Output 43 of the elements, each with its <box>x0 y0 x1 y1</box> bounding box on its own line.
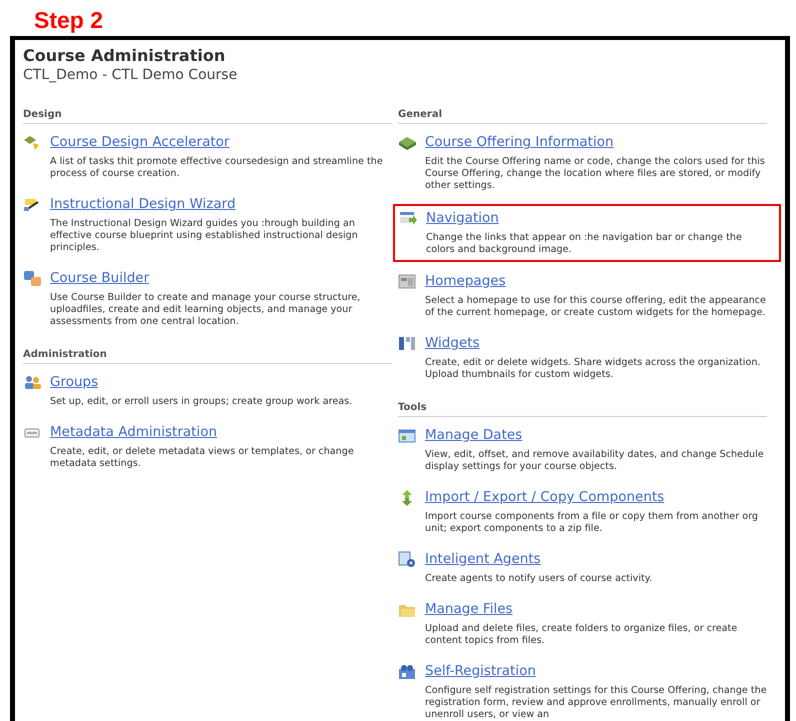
tool-link[interactable]: Import / Export / Copy Components <box>425 489 664 505</box>
tool-link[interactable]: Course Design Accelerator <box>50 134 230 150</box>
tool-description: Upload and delete files, create folders to organize files, or create content topics from files. <box>425 623 738 647</box>
tool-description: Create agents to notify users of course activity. <box>425 573 654 585</box>
tool-link[interactable]: Instructional Design Wizard <box>50 196 236 212</box>
tool-description: Set up, edit, or erroll users in groups; create group work areas. <box>50 396 354 408</box>
page-title: Course Administration <box>23 46 226 66</box>
section-heading: Design <box>23 108 392 124</box>
tool-link[interactable]: Groups <box>50 374 98 390</box>
tool-description: The Instructional Design Wizard guides you :hrough building an effective course blueprint using established instructional design principles. <box>50 218 359 254</box>
tool-link[interactable]: Manage Dates <box>425 427 522 443</box>
section-heading: Administration <box>23 348 392 364</box>
tool-link[interactable]: Self-Registration <box>425 663 536 679</box>
tool-link[interactable]: Metadata Administration <box>50 424 218 440</box>
tool-link[interactable]: Course Offering Information <box>425 134 614 150</box>
section-heading: Tools <box>398 401 767 417</box>
grid-icon <box>398 334 417 352</box>
tool-description: Edit the Course Offering name or code, change the colors used for this Course Offering, change the location where files are stored, or modify other settings. <box>425 156 766 192</box>
tool-link[interactable]: Manage Files <box>425 601 513 617</box>
tool-link[interactable]: Navigation <box>426 210 499 226</box>
step-label: Step 2 <box>34 6 104 34</box>
tool-description: View, edit, offset, and remove availability dates, and change Schedule display settings for your course objects. <box>425 449 765 473</box>
page-icon <box>398 272 417 290</box>
tool-description: Create, edit, or delete metadata views or templates, or change metadata settings. <box>50 446 355 470</box>
tool-description: Configure self registration settings for this Course Offering, change the registration form, review and approve enrollments, manually enroll or unenroll users, or view an <box>425 685 768 721</box>
tool-description: Change the links that appear on :he navigation bar or change the colors and background image. <box>426 232 743 256</box>
gear-icon <box>398 550 417 568</box>
users-icon <box>23 374 42 390</box>
tool-description: Use Course Builder to create and manage your course structure, uploadfiles, create and edit learning objects, and manage your assessments from one central location. <box>50 292 362 328</box>
tool-link[interactable]: Homepages <box>425 273 506 289</box>
arrow-icon <box>399 210 418 226</box>
tool-description: Select a homepage to use for this course offering, edit the appearance of the current homepage, or create custom widgets for the homepage. <box>425 295 767 319</box>
tool-description: Create, edit or delete widgets. Share widgets across the organization. Upload thumbnails for custom widgets. <box>425 357 762 381</box>
tool-link[interactable]: Widgets <box>425 335 480 351</box>
tool-description: Import course components from a file or copy them from another org unit; export components to a zip file. <box>425 511 759 535</box>
tool-link[interactable]: Inteligent Agents <box>425 551 541 567</box>
course-subtitle: CTL_Demo - CTL Demo Course <box>23 66 238 84</box>
tool-link[interactable]: Course Builder <box>50 270 150 286</box>
section-heading: General <box>398 108 767 124</box>
people-icon <box>398 662 417 680</box>
blocks-icon <box>23 270 42 286</box>
calendar-icon <box>398 426 417 444</box>
tool-description: A list of tasks thit promote effective coursedesign and streamline the process of course creation. <box>50 156 384 180</box>
